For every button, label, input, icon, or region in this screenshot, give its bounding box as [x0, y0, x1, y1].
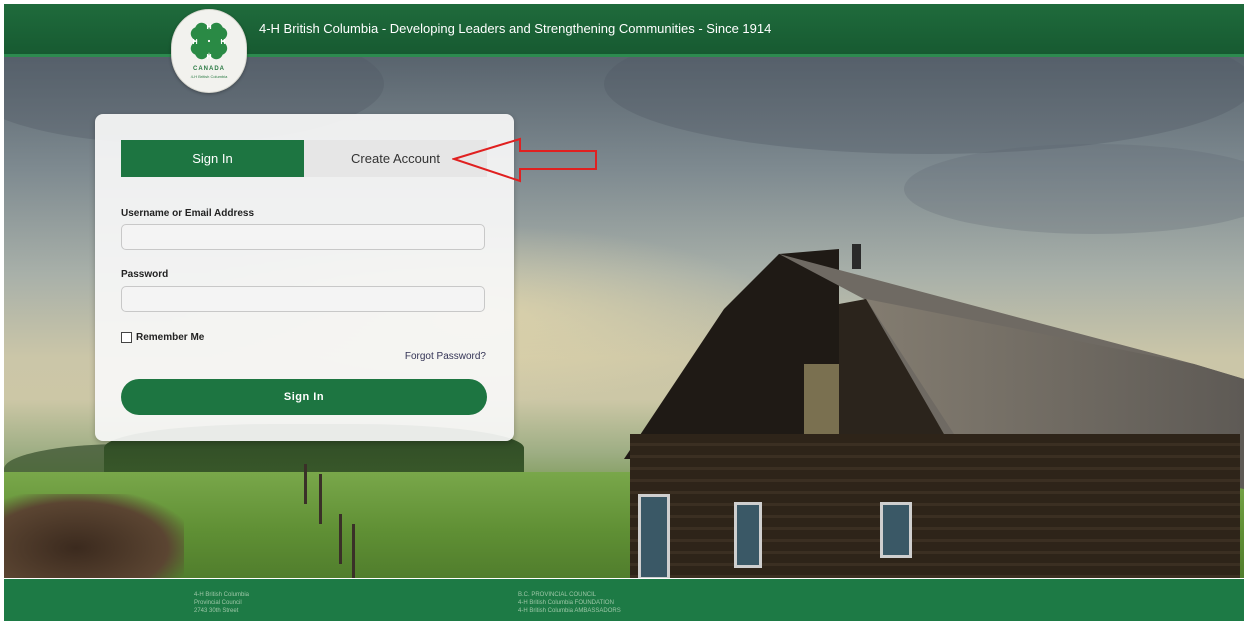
password-label: Password — [121, 269, 169, 280]
red-arrow-icon — [452, 137, 597, 183]
footer-link[interactable]: 4-H British Columbia FOUNDATION — [518, 599, 621, 607]
4-h-logo[interactable]: H H H H CANADA 4-H British Columbia — [171, 9, 247, 93]
logo-country: CANADA — [193, 66, 225, 72]
svg-text:H: H — [220, 39, 225, 46]
dirt-mound — [4, 494, 184, 578]
fence-post — [319, 474, 322, 524]
footer: 4-H British Columbia Provincial Council … — [4, 579, 1244, 621]
svg-text:H: H — [206, 54, 211, 61]
password-input[interactable] — [121, 286, 485, 312]
header-tagline: 4-H British Columbia - Developing Leader… — [259, 21, 772, 36]
barn-wall — [630, 434, 1240, 578]
forgot-password-link[interactable]: Forgot Password? — [405, 351, 486, 362]
fence-post — [304, 464, 307, 504]
barn-window — [880, 502, 912, 558]
remember-me-checkbox[interactable] — [121, 332, 132, 343]
footer-line: 2743 30th Street — [194, 608, 239, 614]
barn-door — [638, 494, 670, 578]
sign-in-button[interactable]: Sign In — [121, 379, 487, 415]
auth-tabs: Sign In Create Account — [121, 140, 487, 177]
remember-me-row[interactable]: Remember Me — [121, 332, 204, 343]
tab-sign-in[interactable]: Sign In — [121, 140, 304, 177]
footer-links: B.C. PROVINCIAL COUNCIL 4-H British Colu… — [518, 591, 621, 615]
svg-text:H: H — [206, 24, 211, 31]
cloud — [904, 144, 1244, 234]
username-input[interactable] — [121, 224, 485, 250]
footer-line: Provincial Council — [194, 600, 242, 606]
footer-link[interactable]: 4-H British Columbia AMBASSADORS — [518, 607, 621, 615]
footer-line: 4-H British Columbia — [194, 592, 250, 598]
remember-me-label: Remember Me — [136, 332, 205, 343]
footer-link[interactable]: B.C. PROVINCIAL COUNCIL — [518, 591, 621, 599]
logo-region: 4-H British Columbia — [190, 74, 228, 79]
clover-icon: H H H H — [190, 22, 228, 61]
username-label: Username or Email Address — [121, 208, 255, 219]
page: 4-H British Columbia - Developing Leader… — [4, 4, 1244, 621]
footer-address: 4-H British Columbia Provincial Council … — [194, 591, 249, 615]
fence-post — [339, 514, 342, 564]
svg-text:H: H — [192, 39, 197, 46]
fence-post — [352, 524, 355, 578]
barn-window — [734, 502, 762, 568]
cloud — [604, 54, 1244, 154]
